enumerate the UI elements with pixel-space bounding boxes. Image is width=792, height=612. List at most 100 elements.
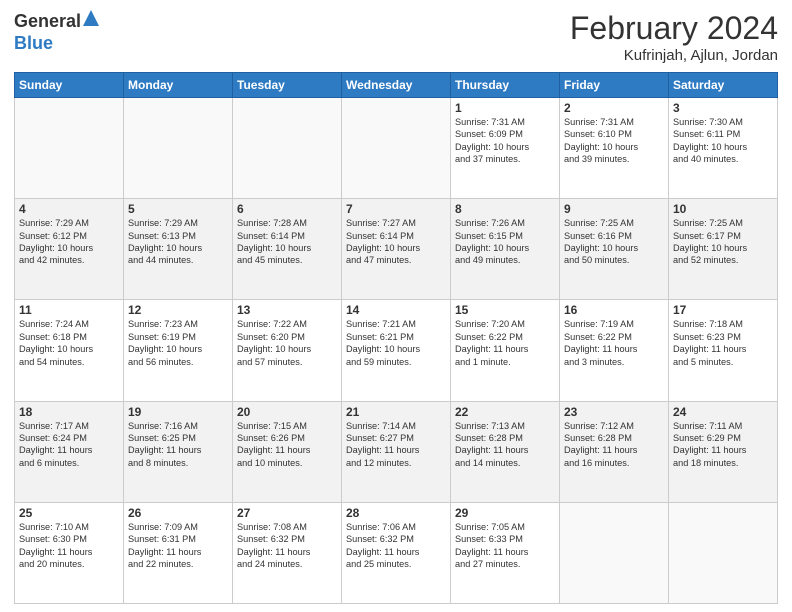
calendar-cell: 11Sunrise: 7:24 AM Sunset: 6:18 PM Dayli…	[15, 300, 124, 401]
day-number: 6	[237, 202, 337, 216]
day-info: Sunrise: 7:26 AM Sunset: 6:15 PM Dayligh…	[455, 217, 555, 267]
calendar-cell: 12Sunrise: 7:23 AM Sunset: 6:19 PM Dayli…	[124, 300, 233, 401]
calendar-cell: 4Sunrise: 7:29 AM Sunset: 6:12 PM Daylig…	[15, 199, 124, 300]
day-number: 12	[128, 303, 228, 317]
day-info: Sunrise: 7:16 AM Sunset: 6:25 PM Dayligh…	[128, 420, 228, 470]
day-number: 25	[19, 506, 119, 520]
day-info: Sunrise: 7:17 AM Sunset: 6:24 PM Dayligh…	[19, 420, 119, 470]
logo-blue-text: Blue	[14, 33, 53, 53]
calendar-cell: 1Sunrise: 7:31 AM Sunset: 6:09 PM Daylig…	[451, 98, 560, 199]
calendar-cell: 26Sunrise: 7:09 AM Sunset: 6:31 PM Dayli…	[124, 502, 233, 603]
weekday-header-sunday: Sunday	[15, 73, 124, 98]
day-number: 23	[564, 405, 664, 419]
logo-triangle-icon	[83, 10, 99, 31]
logo: General Blue	[14, 10, 99, 54]
day-number: 3	[673, 101, 773, 115]
calendar-week-row: 1Sunrise: 7:31 AM Sunset: 6:09 PM Daylig…	[15, 98, 778, 199]
day-info: Sunrise: 7:29 AM Sunset: 6:13 PM Dayligh…	[128, 217, 228, 267]
day-info: Sunrise: 7:29 AM Sunset: 6:12 PM Dayligh…	[19, 217, 119, 267]
day-number: 22	[455, 405, 555, 419]
day-info: Sunrise: 7:24 AM Sunset: 6:18 PM Dayligh…	[19, 318, 119, 368]
day-number: 18	[19, 405, 119, 419]
day-info: Sunrise: 7:08 AM Sunset: 6:32 PM Dayligh…	[237, 521, 337, 571]
calendar-cell: 19Sunrise: 7:16 AM Sunset: 6:25 PM Dayli…	[124, 401, 233, 502]
calendar-cell: 8Sunrise: 7:26 AM Sunset: 6:15 PM Daylig…	[451, 199, 560, 300]
calendar-cell: 9Sunrise: 7:25 AM Sunset: 6:16 PM Daylig…	[560, 199, 669, 300]
weekday-header-friday: Friday	[560, 73, 669, 98]
calendar-cell: 5Sunrise: 7:29 AM Sunset: 6:13 PM Daylig…	[124, 199, 233, 300]
day-info: Sunrise: 7:23 AM Sunset: 6:19 PM Dayligh…	[128, 318, 228, 368]
day-number: 17	[673, 303, 773, 317]
calendar-cell	[560, 502, 669, 603]
day-info: Sunrise: 7:20 AM Sunset: 6:22 PM Dayligh…	[455, 318, 555, 368]
calendar-cell	[15, 98, 124, 199]
calendar-cell: 27Sunrise: 7:08 AM Sunset: 6:32 PM Dayli…	[233, 502, 342, 603]
day-number: 10	[673, 202, 773, 216]
calendar-cell: 25Sunrise: 7:10 AM Sunset: 6:30 PM Dayli…	[15, 502, 124, 603]
calendar-cell: 24Sunrise: 7:11 AM Sunset: 6:29 PM Dayli…	[669, 401, 778, 502]
calendar-cell: 22Sunrise: 7:13 AM Sunset: 6:28 PM Dayli…	[451, 401, 560, 502]
day-info: Sunrise: 7:05 AM Sunset: 6:33 PM Dayligh…	[455, 521, 555, 571]
day-info: Sunrise: 7:09 AM Sunset: 6:31 PM Dayligh…	[128, 521, 228, 571]
day-info: Sunrise: 7:27 AM Sunset: 6:14 PM Dayligh…	[346, 217, 446, 267]
month-year: February 2024	[570, 10, 778, 47]
day-info: Sunrise: 7:21 AM Sunset: 6:21 PM Dayligh…	[346, 318, 446, 368]
day-number: 14	[346, 303, 446, 317]
day-number: 4	[19, 202, 119, 216]
weekday-header-tuesday: Tuesday	[233, 73, 342, 98]
calendar-cell: 16Sunrise: 7:19 AM Sunset: 6:22 PM Dayli…	[560, 300, 669, 401]
calendar-cell: 3Sunrise: 7:30 AM Sunset: 6:11 PM Daylig…	[669, 98, 778, 199]
day-number: 5	[128, 202, 228, 216]
calendar-cell: 10Sunrise: 7:25 AM Sunset: 6:17 PM Dayli…	[669, 199, 778, 300]
logo-general-text: General	[14, 11, 81, 32]
day-info: Sunrise: 7:25 AM Sunset: 6:16 PM Dayligh…	[564, 217, 664, 267]
day-info: Sunrise: 7:30 AM Sunset: 6:11 PM Dayligh…	[673, 116, 773, 166]
day-info: Sunrise: 7:19 AM Sunset: 6:22 PM Dayligh…	[564, 318, 664, 368]
weekday-header-row: SundayMondayTuesdayWednesdayThursdayFrid…	[15, 73, 778, 98]
day-number: 1	[455, 101, 555, 115]
day-info: Sunrise: 7:06 AM Sunset: 6:32 PM Dayligh…	[346, 521, 446, 571]
day-info: Sunrise: 7:18 AM Sunset: 6:23 PM Dayligh…	[673, 318, 773, 368]
day-number: 26	[128, 506, 228, 520]
day-number: 20	[237, 405, 337, 419]
day-info: Sunrise: 7:22 AM Sunset: 6:20 PM Dayligh…	[237, 318, 337, 368]
title-block: February 2024 Kufrinjah, Ajlun, Jordan	[570, 10, 778, 64]
day-number: 2	[564, 101, 664, 115]
calendar-cell	[124, 98, 233, 199]
day-number: 9	[564, 202, 664, 216]
calendar-cell: 7Sunrise: 7:27 AM Sunset: 6:14 PM Daylig…	[342, 199, 451, 300]
day-number: 7	[346, 202, 446, 216]
calendar-cell	[669, 502, 778, 603]
calendar-cell: 18Sunrise: 7:17 AM Sunset: 6:24 PM Dayli…	[15, 401, 124, 502]
day-number: 15	[455, 303, 555, 317]
day-number: 28	[346, 506, 446, 520]
day-number: 24	[673, 405, 773, 419]
weekday-header-thursday: Thursday	[451, 73, 560, 98]
day-info: Sunrise: 7:10 AM Sunset: 6:30 PM Dayligh…	[19, 521, 119, 571]
calendar-week-row: 11Sunrise: 7:24 AM Sunset: 6:18 PM Dayli…	[15, 300, 778, 401]
day-info: Sunrise: 7:28 AM Sunset: 6:14 PM Dayligh…	[237, 217, 337, 267]
day-number: 11	[19, 303, 119, 317]
header: General Blue February 2024 Kufrinjah, Aj…	[14, 10, 778, 64]
calendar-cell: 15Sunrise: 7:20 AM Sunset: 6:22 PM Dayli…	[451, 300, 560, 401]
calendar-cell	[342, 98, 451, 199]
calendar-cell: 2Sunrise: 7:31 AM Sunset: 6:10 PM Daylig…	[560, 98, 669, 199]
day-info: Sunrise: 7:25 AM Sunset: 6:17 PM Dayligh…	[673, 217, 773, 267]
calendar-cell: 29Sunrise: 7:05 AM Sunset: 6:33 PM Dayli…	[451, 502, 560, 603]
day-number: 8	[455, 202, 555, 216]
page: General Blue February 2024 Kufrinjah, Aj…	[0, 0, 792, 612]
calendar-cell: 23Sunrise: 7:12 AM Sunset: 6:28 PM Dayli…	[560, 401, 669, 502]
calendar-cell: 17Sunrise: 7:18 AM Sunset: 6:23 PM Dayli…	[669, 300, 778, 401]
day-number: 16	[564, 303, 664, 317]
day-number: 13	[237, 303, 337, 317]
day-info: Sunrise: 7:14 AM Sunset: 6:27 PM Dayligh…	[346, 420, 446, 470]
day-info: Sunrise: 7:15 AM Sunset: 6:26 PM Dayligh…	[237, 420, 337, 470]
location: Kufrinjah, Ajlun, Jordan	[570, 47, 778, 64]
calendar-cell: 20Sunrise: 7:15 AM Sunset: 6:26 PM Dayli…	[233, 401, 342, 502]
weekday-header-wednesday: Wednesday	[342, 73, 451, 98]
calendar-week-row: 18Sunrise: 7:17 AM Sunset: 6:24 PM Dayli…	[15, 401, 778, 502]
day-number: 19	[128, 405, 228, 419]
calendar-cell: 6Sunrise: 7:28 AM Sunset: 6:14 PM Daylig…	[233, 199, 342, 300]
day-info: Sunrise: 7:12 AM Sunset: 6:28 PM Dayligh…	[564, 420, 664, 470]
day-info: Sunrise: 7:31 AM Sunset: 6:10 PM Dayligh…	[564, 116, 664, 166]
